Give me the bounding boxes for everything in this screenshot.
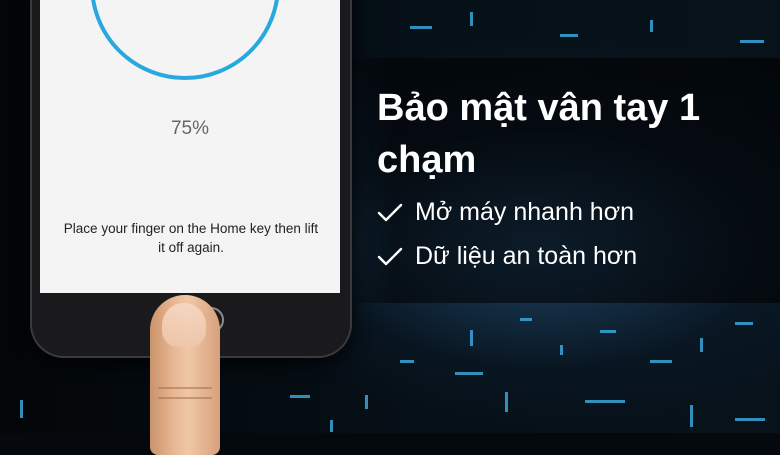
- light-streak: [470, 330, 473, 346]
- light-streak: [600, 330, 616, 333]
- feature-label: Dữ liệu an toàn hơn: [415, 242, 638, 270]
- light-streak: [560, 345, 563, 355]
- light-streak: [650, 20, 653, 32]
- light-streak: [410, 26, 432, 29]
- feature-item: Dữ liệu an toàn hơn: [377, 242, 637, 271]
- light-streak: [470, 12, 473, 26]
- phone-screen: 75% Place your finger on the Home key th…: [40, 0, 340, 293]
- headline: Bảo mật vân tay 1 chạm: [377, 87, 701, 181]
- light-streak: [690, 405, 693, 427]
- fingerprint-instruction: Place your finger on the Home key then l…: [63, 221, 319, 255]
- light-streak: [20, 400, 23, 418]
- light-streak: [735, 418, 765, 421]
- feature-label: Mở máy nhanh hơn: [415, 198, 635, 226]
- finger: [150, 295, 220, 455]
- check-icon: [377, 203, 403, 221]
- fingernail: [162, 303, 206, 347]
- finger-crease: [158, 397, 212, 399]
- light-streak: [585, 400, 625, 403]
- light-streak: [290, 395, 310, 398]
- light-streak: [455, 372, 483, 375]
- light-streak: [700, 338, 703, 352]
- light-streak: [365, 395, 368, 409]
- light-streak: [505, 392, 508, 412]
- progress-percent: 75%: [170, 118, 210, 139]
- feature-item: Mở máy nhanh hơn: [377, 198, 634, 227]
- light-streak: [560, 34, 578, 37]
- light-streak: [650, 360, 672, 363]
- light-streak: [735, 322, 753, 325]
- light-streak: [400, 360, 414, 363]
- progress-ring: [90, 0, 280, 80]
- light-streak: [520, 318, 532, 321]
- light-streak: [330, 420, 333, 432]
- check-icon: [377, 247, 403, 265]
- finger-crease: [158, 387, 212, 389]
- light-streak: [740, 40, 764, 43]
